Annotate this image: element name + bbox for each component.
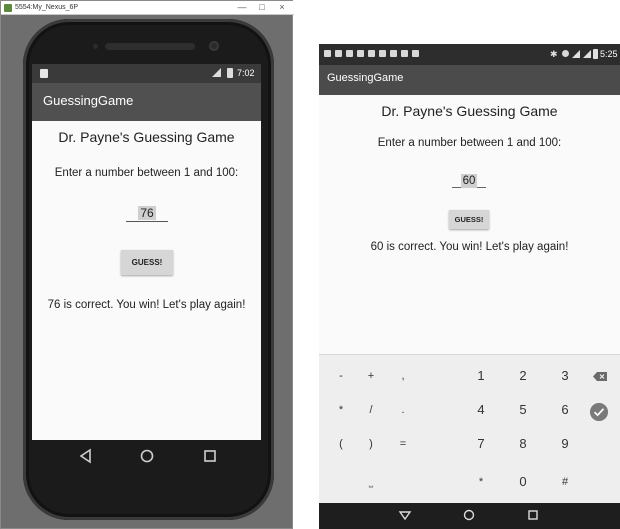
app-notification-icon [379, 50, 386, 57]
numeric-keyboard: - + , 1 2 3 * / . 4 5 6 ( ) = 7 8 9 ⎵ * … [319, 354, 620, 503]
device-game-heading: Dr. Payne's Guessing Game [381, 103, 558, 119]
messages-notification-icon [346, 50, 353, 57]
key-star[interactable]: * [462, 465, 500, 499]
status-time: 7:02 [237, 68, 255, 78]
device-result-message: 60 is correct. You win! Let's play again… [370, 241, 569, 253]
back-icon[interactable] [398, 508, 412, 522]
emulator-window: 5554:My_Nexus_6P — □ × 7:02 GuessingGame… [0, 0, 294, 529]
front-camera [209, 41, 219, 51]
download-notification-icon [357, 50, 364, 57]
key-9[interactable]: 9 [546, 427, 584, 461]
game-heading: Dr. Payne's Guessing Game [58, 129, 235, 145]
key-equals[interactable]: = [384, 427, 422, 461]
sd-card-icon [40, 69, 48, 78]
emulator-title-bar: 5554:My_Nexus_6P — □ × [1, 1, 294, 15]
guess-input[interactable]: 76 [126, 204, 168, 222]
done-checkmark-icon[interactable] [590, 403, 608, 421]
device-status-bar: ✱ 5:25 [319, 44, 620, 65]
screenshot-root: 5554:My_Nexus_6P — □ × 7:02 GuessingGame… [0, 0, 620, 529]
emulator-screen: 7:02 GuessingGame Dr. Payne's Guessing G… [32, 64, 261, 440]
key-3[interactable]: 3 [546, 359, 584, 393]
photos-notification-icon [335, 50, 342, 57]
app-title: GuessingGame [43, 93, 134, 108]
backspace-icon[interactable] [593, 372, 607, 381]
device-guess-button[interactable]: GUESS! [449, 210, 489, 229]
key-2[interactable]: 2 [504, 359, 542, 393]
key-space[interactable]: ⎵ [352, 465, 390, 499]
close-window-button[interactable]: × [273, 1, 291, 14]
key-4[interactable]: 4 [462, 393, 500, 427]
app-notification-icon [390, 50, 397, 57]
minimize-button[interactable]: — [233, 1, 251, 14]
key-comma[interactable]: , [384, 359, 422, 393]
guess-input-value: 76 [138, 206, 156, 220]
device-guess-input-value: 60 [460, 174, 478, 188]
recents-icon[interactable] [526, 508, 540, 522]
device-status-time: 5:25 [600, 49, 618, 59]
signal-icon [212, 68, 221, 77]
emulator-nav-bar [32, 440, 261, 472]
maximize-button[interactable]: □ [253, 1, 271, 14]
result-message: 76 is correct. You win! Let's play again… [47, 299, 246, 311]
guess-button[interactable]: GUESS! [121, 250, 173, 275]
earpiece-speaker [105, 43, 195, 50]
key-8[interactable]: 8 [504, 427, 542, 461]
proximity-sensor [93, 44, 98, 49]
emulator-window-title: 5554:My_Nexus_6P [15, 4, 79, 11]
back-icon[interactable] [77, 447, 95, 465]
device-screen: ✱ 5:25 GuessingGame Dr. Payne's Guessing… [319, 44, 620, 529]
app-bar: GuessingGame [32, 83, 261, 121]
emulator-app-icon [4, 4, 12, 12]
home-icon[interactable] [462, 508, 476, 522]
app-notification-icon [401, 50, 408, 57]
device-guess-prompt: Enter a number between 1 and 100: [377, 137, 562, 149]
recents-icon[interactable] [201, 447, 219, 465]
key-1[interactable]: 1 [462, 359, 500, 393]
emulator-status-bar: 7:02 [32, 64, 261, 83]
device-nav-bar [319, 503, 620, 529]
signal-icon [583, 50, 591, 58]
bluetooth-icon: ✱ [550, 49, 558, 59]
battery-icon [593, 49, 598, 59]
app-notification-icon [412, 50, 419, 57]
device-app-title: GuessingGame [327, 72, 404, 84]
key-5[interactable]: 5 [504, 393, 542, 427]
key-7[interactable]: 7 [462, 427, 500, 461]
device-guess-input[interactable]: 60 [452, 171, 486, 188]
device-game-content: Dr. Payne's Guessing Game Enter a number… [319, 95, 620, 354]
device-app-bar: GuessingGame [319, 65, 620, 95]
twitter-notification-icon [324, 50, 331, 57]
game-content: Dr. Payne's Guessing Game Enter a number… [32, 121, 261, 440]
guess-prompt: Enter a number between 1 and 100: [54, 167, 239, 179]
battery-icon [227, 68, 233, 78]
app-notification-icon [368, 50, 375, 57]
key-hash[interactable]: # [546, 465, 584, 499]
home-icon[interactable] [138, 447, 156, 465]
do-not-disturb-icon [562, 50, 569, 57]
key-0[interactable]: 0 [504, 465, 542, 499]
key-6[interactable]: 6 [546, 393, 584, 427]
wifi-icon [572, 50, 580, 58]
key-period[interactable]: . [384, 393, 422, 427]
